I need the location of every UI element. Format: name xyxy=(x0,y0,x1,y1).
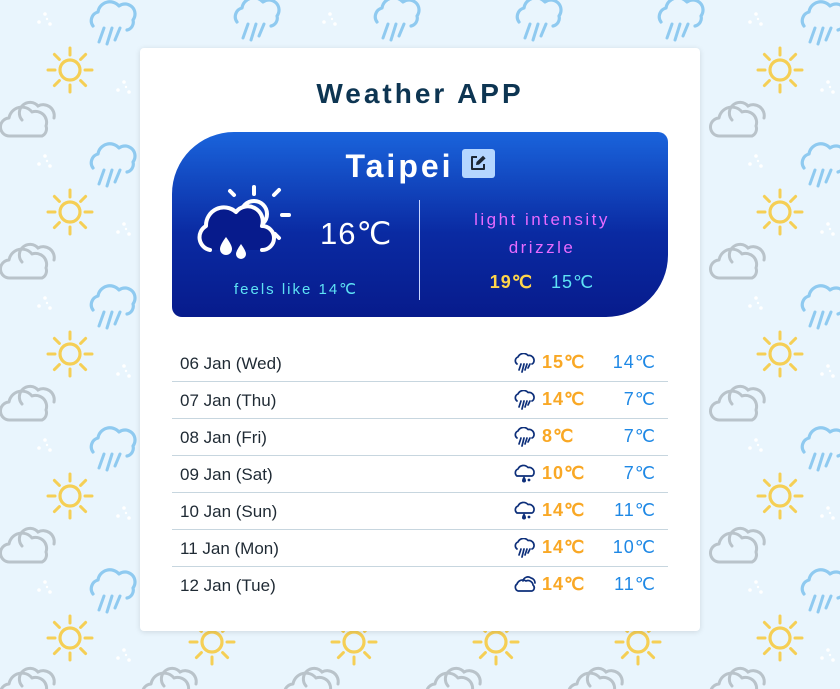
sun-cloud-rain-icon xyxy=(197,185,291,259)
today-low: 15℃ xyxy=(551,272,595,292)
forecast-low: 11℃ xyxy=(614,500,656,520)
forecast-low: 7℃ xyxy=(623,426,656,446)
cloud-icon xyxy=(514,575,536,592)
forecast-low: 7℃ xyxy=(623,389,656,409)
rain-icon xyxy=(514,352,535,373)
forecast-date: 11 Jan (Mon) xyxy=(180,539,279,558)
drizzle-icon xyxy=(514,464,535,482)
edit-city-button[interactable] xyxy=(461,149,495,178)
forecast-high: 15℃ xyxy=(542,352,586,372)
drizzle-icon xyxy=(514,501,535,519)
forecast-list: 06 Jan (Wed) 15℃ 14℃ 07 Jan (Thu) 14℃ 7℃… xyxy=(172,345,668,603)
forecast-row: 11 Jan (Mon) 14℃ 10℃ xyxy=(172,530,668,567)
today-high: 19℃ xyxy=(489,272,533,292)
forecast-high: 14℃ xyxy=(542,574,586,594)
forecast-low: 7℃ xyxy=(623,463,656,483)
rain-icon xyxy=(514,537,535,558)
forecast-row: 06 Jan (Wed) 15℃ 14℃ xyxy=(172,345,668,382)
forecast-row: 12 Jan (Tue) 14℃ 11℃ xyxy=(172,567,668,603)
current-temperature: 16℃ xyxy=(320,216,393,251)
forecast-date: 08 Jan (Fri) xyxy=(180,428,267,447)
forecast-high: 8℃ xyxy=(542,426,575,446)
current-weather-panel: Taipei 16℃ feels like 14℃ light intensit… xyxy=(172,132,668,317)
forecast-row: 08 Jan (Fri) 8℃ 7℃ xyxy=(172,419,668,456)
forecast-row: 09 Jan (Sat) 10℃ 7℃ xyxy=(172,456,668,493)
forecast-low: 11℃ xyxy=(614,574,656,594)
rain-icon xyxy=(514,426,535,447)
feels-like: feels like 14℃ xyxy=(233,281,359,298)
panel-divider xyxy=(419,200,420,300)
forecast-high: 14℃ xyxy=(542,537,586,557)
today-high-low: 19℃ 15℃ xyxy=(434,272,650,293)
forecast-high: 10℃ xyxy=(542,463,586,483)
edit-icon xyxy=(470,155,486,170)
forecast-low: 14℃ xyxy=(612,352,656,372)
forecast-high: 14℃ xyxy=(542,389,586,409)
app-title: Weather APP xyxy=(316,78,524,109)
forecast-date: 07 Jan (Thu) xyxy=(180,391,277,410)
city-name: Taipei xyxy=(345,148,454,184)
description-line-1: light intensity xyxy=(474,210,610,229)
forecast-row: 07 Jan (Thu) 14℃ 7℃ xyxy=(172,382,668,419)
forecast-high: 14℃ xyxy=(542,500,586,520)
forecast-date: 06 Jan (Wed) xyxy=(180,354,282,373)
forecast-date: 12 Jan (Tue) xyxy=(180,576,276,595)
weather-description: light intensity drizzle xyxy=(434,206,650,262)
forecast-row: 10 Jan (Sun) 14℃ 11℃ xyxy=(172,493,668,530)
description-line-2: drizzle xyxy=(508,238,576,257)
forecast-date: 10 Jan (Sun) xyxy=(180,502,278,521)
forecast-low: 10℃ xyxy=(612,537,656,557)
rain-icon xyxy=(514,389,535,410)
weather-card: Weather APP Taipei 16℃ feels like 14℃ li… xyxy=(140,48,700,631)
forecast-date: 09 Jan (Sat) xyxy=(180,465,273,484)
